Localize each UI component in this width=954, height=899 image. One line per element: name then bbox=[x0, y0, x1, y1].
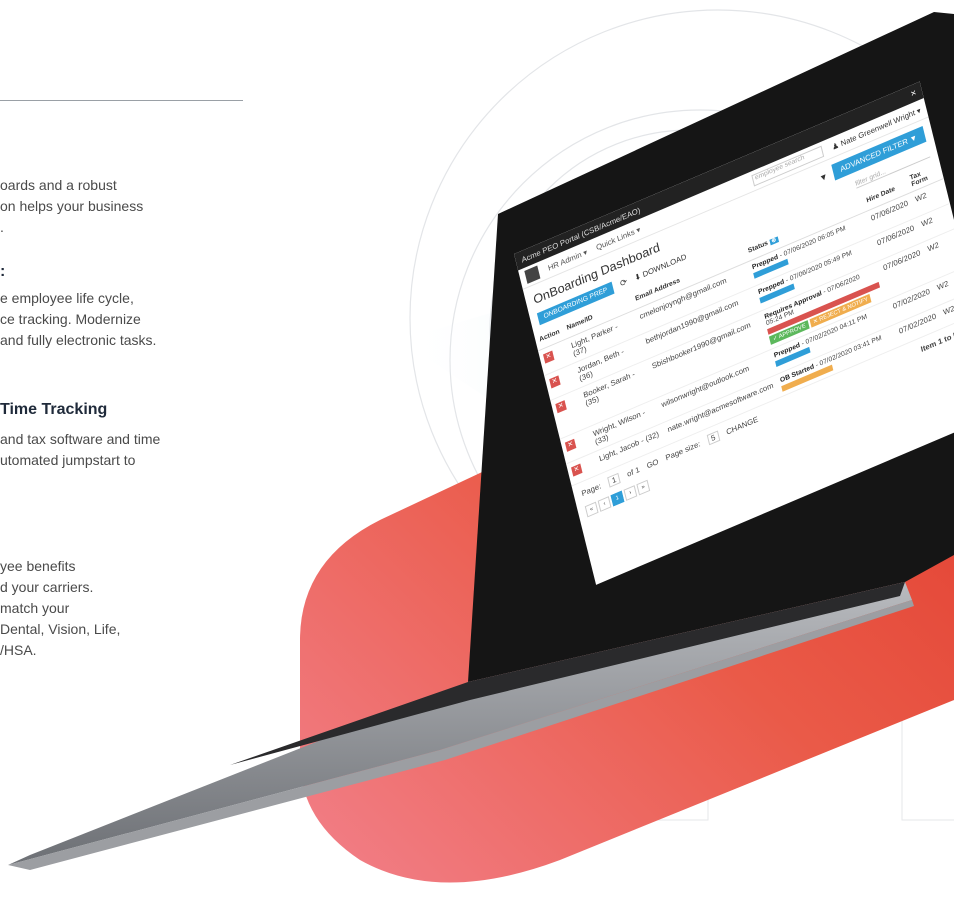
section-heading: : bbox=[0, 263, 6, 280]
page-of-label: of 1 bbox=[626, 465, 641, 479]
remove-button[interactable]: ✕ bbox=[555, 400, 567, 414]
remove-button[interactable]: ✕ bbox=[564, 438, 577, 452]
divider-line bbox=[0, 100, 243, 101]
remove-button[interactable]: ✕ bbox=[549, 375, 561, 389]
copy-line: on helps your business bbox=[0, 198, 144, 214]
close-icon[interactable]: × bbox=[910, 87, 918, 99]
copy-line: and fully electronic tasks. bbox=[0, 332, 157, 348]
remove-button[interactable]: ✕ bbox=[571, 463, 583, 477]
copy-line: yee benefits bbox=[0, 558, 76, 574]
first-page-button[interactable]: « bbox=[584, 501, 599, 518]
status-filter-badge[interactable]: ⊕ bbox=[769, 235, 779, 246]
copy-line: oards and a robust bbox=[0, 177, 117, 193]
copy-line: and tax software and time bbox=[0, 431, 161, 447]
copy-line: ce tracking. Modernize bbox=[0, 311, 141, 327]
refresh-icon[interactable]: ⟳ bbox=[619, 276, 628, 289]
last-page-button[interactable]: » bbox=[636, 479, 651, 496]
prev-page-button[interactable]: ‹ bbox=[597, 496, 612, 512]
remove-button[interactable]: ✕ bbox=[542, 350, 555, 364]
page-size-input[interactable]: 5 bbox=[706, 430, 721, 446]
next-page-button[interactable]: › bbox=[623, 485, 638, 501]
copy-line: Dental, Vision, Life, bbox=[0, 621, 121, 637]
app-logo bbox=[524, 265, 541, 284]
section-heading: Time Tracking bbox=[0, 401, 108, 418]
copy-line: e employee life cycle, bbox=[0, 290, 134, 306]
marketing-copy: oards and a robust on helps your busines… bbox=[0, 0, 300, 899]
page-input[interactable]: 1 bbox=[607, 472, 622, 488]
go-button[interactable]: GO bbox=[646, 457, 660, 470]
funnel-icon[interactable]: ▼ bbox=[818, 170, 829, 183]
column-status-label: Status bbox=[747, 239, 769, 255]
page-label: Page: bbox=[580, 481, 602, 499]
copy-line: d your carriers. bbox=[0, 579, 94, 595]
copy-line: /HSA. bbox=[0, 642, 37, 658]
page-1-button[interactable]: 1 bbox=[610, 490, 625, 507]
copy-line: match your bbox=[0, 600, 70, 616]
copy-line: . bbox=[0, 219, 4, 235]
copy-line: utomated jumpstart to bbox=[0, 452, 136, 468]
